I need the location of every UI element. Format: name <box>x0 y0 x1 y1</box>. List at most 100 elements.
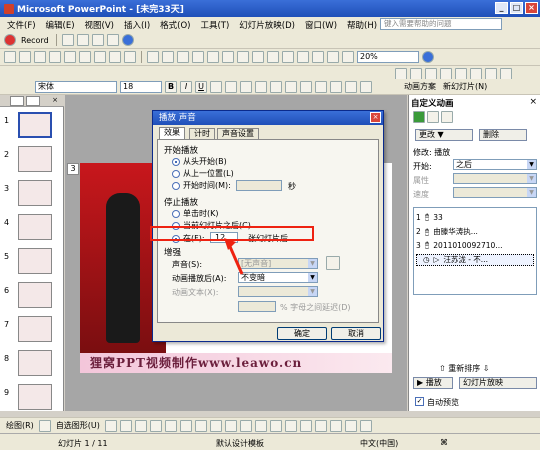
draw-menu-button[interactable]: 绘图(R) <box>4 420 36 431</box>
menu-view[interactable]: 视图(V) <box>80 19 119 31</box>
select-arrow-icon[interactable] <box>38 419 51 432</box>
diagram-icon[interactable] <box>209 419 222 432</box>
speaker-icon[interactable] <box>326 256 340 270</box>
line-color-icon[interactable] <box>269 419 282 432</box>
increase-indent-icon[interactable] <box>345 80 357 93</box>
clipart-icon[interactable] <box>224 419 237 432</box>
arrow-icon[interactable] <box>119 419 132 432</box>
start-from-last-radio[interactable]: 从上一位置(L) <box>172 168 234 179</box>
autopreview-checkbox[interactable]: ✓ <box>415 397 424 406</box>
spelling-icon[interactable] <box>109 51 121 63</box>
research-icon[interactable] <box>124 51 136 63</box>
shadow-icon[interactable] <box>210 80 222 93</box>
picture-icon[interactable] <box>239 419 252 432</box>
new-slide-icon[interactable] <box>282 51 294 63</box>
color-grayscale-icon[interactable] <box>342 51 354 63</box>
pane-close-icon[interactable]: × <box>48 96 62 106</box>
pen-icon[interactable] <box>61 34 74 46</box>
slide-thumbnail[interactable] <box>18 384 52 410</box>
start-select[interactable]: 之后 ▼ <box>453 159 537 170</box>
menu-slideshow[interactable]: 幻灯片放映(D) <box>234 19 300 31</box>
animate-text-select[interactable]: ▼ <box>238 286 318 297</box>
menu-edit[interactable]: 编辑(E) <box>41 19 80 31</box>
font-color-icon[interactable] <box>360 80 372 93</box>
close-button[interactable]: × <box>525 2 538 14</box>
fill-color-icon[interactable] <box>254 419 267 432</box>
grid-icon[interactable] <box>327 51 339 63</box>
ok-button[interactable]: 确定 <box>277 327 327 340</box>
start-time-spinner[interactable] <box>236 180 282 191</box>
format-painter-icon[interactable] <box>192 51 204 63</box>
cut-icon[interactable] <box>147 51 159 63</box>
list-item[interactable]: 2 🖰 由滕华涛执... <box>416 226 478 237</box>
up-arrow-icon[interactable]: ⇧ <box>439 364 446 373</box>
slide-thumbnail[interactable] <box>18 248 52 274</box>
wordart-icon[interactable] <box>194 419 207 432</box>
decrease-font-icon[interactable] <box>315 80 327 93</box>
monitor-icon[interactable] <box>76 34 89 46</box>
change-effect-button[interactable]: 更改 ▼ <box>415 129 473 141</box>
preview-icon[interactable] <box>94 51 106 63</box>
line-style-icon[interactable] <box>299 419 312 432</box>
sound-select[interactable]: [无声音] ▼ <box>238 258 318 269</box>
paste-icon[interactable] <box>177 51 189 63</box>
menu-window[interactable]: 窗口(W) <box>300 19 342 31</box>
open-icon[interactable] <box>19 51 31 63</box>
speed-select[interactable]: ▼ <box>453 187 537 198</box>
oval-icon[interactable] <box>149 419 162 432</box>
align-right-icon[interactable] <box>255 80 267 93</box>
shadow-icon[interactable] <box>344 419 357 432</box>
dialog-close-button[interactable]: × <box>370 112 381 123</box>
underline-button[interactable]: U <box>195 80 207 93</box>
italic-button[interactable]: I <box>180 80 192 93</box>
help-icon[interactable] <box>121 34 134 46</box>
line-icon[interactable] <box>104 419 117 432</box>
slide-thumbnail[interactable] <box>18 214 52 240</box>
redo-icon[interactable] <box>222 51 234 63</box>
chart-icon[interactable] <box>237 51 249 63</box>
minimize-button[interactable]: _ <box>495 2 508 14</box>
font-name-select[interactable]: 宋体 <box>35 80 117 93</box>
print-icon[interactable] <box>79 51 91 63</box>
font-size-select[interactable]: 18 <box>120 80 162 93</box>
bullets-icon[interactable] <box>285 80 297 93</box>
arrow-style-icon[interactable] <box>329 419 342 432</box>
camera-icon[interactable] <box>91 34 104 46</box>
slide-thumbnail[interactable] <box>18 350 52 376</box>
tab-sound-settings[interactable]: 声音设置 <box>217 128 259 139</box>
textbox-icon[interactable] <box>164 419 177 432</box>
tables-borders-icon[interactable] <box>267 51 279 63</box>
table-icon[interactable] <box>252 51 264 63</box>
show-formatting-icon[interactable] <box>312 51 324 63</box>
numbering-icon[interactable] <box>270 80 282 93</box>
permission-icon[interactable] <box>49 51 61 63</box>
list-item[interactable]: 3 🖰 2011010092710... <box>416 240 502 250</box>
start-time-radio[interactable]: 开始时间(M): <box>172 180 231 191</box>
menu-help[interactable]: 帮助(H) <box>342 19 382 31</box>
list-item[interactable]: 1 🖰 33 <box>416 212 443 222</box>
font-color-icon[interactable] <box>284 419 297 432</box>
expand-all-icon[interactable] <box>297 51 309 63</box>
forward-icon[interactable] <box>427 111 439 123</box>
bold-button[interactable]: B <box>165 80 177 93</box>
list-item[interactable]: ◷ ▷ 汪苏泷 - 不... <box>416 254 534 266</box>
slide-thumbnail[interactable] <box>18 316 52 342</box>
menu-tools[interactable]: 工具(T) <box>195 19 234 31</box>
tab-effect[interactable]: 效果 <box>159 127 185 139</box>
start-from-beginning-radio[interactable]: 从头开始(B) <box>172 156 227 167</box>
down-arrow-icon[interactable]: ⇩ <box>483 364 490 373</box>
menu-file[interactable]: 文件(F) <box>2 19 41 31</box>
film-icon[interactable] <box>106 34 119 46</box>
new-icon[interactable] <box>4 51 16 63</box>
help-icon[interactable] <box>422 51 434 63</box>
new-slide-button[interactable]: 新幻灯片(N) <box>441 81 489 92</box>
slide-thumbnail[interactable] <box>18 180 52 206</box>
letter-delay-spinner[interactable] <box>238 301 276 312</box>
play-button[interactable]: ▶ 播放 <box>413 377 453 389</box>
remove-effect-button[interactable]: 删除 <box>479 129 527 141</box>
undo-icon[interactable] <box>207 51 219 63</box>
record-button[interactable]: Record <box>19 36 51 45</box>
slides-tab[interactable] <box>26 96 40 106</box>
help-search-input[interactable]: 键入需要帮助的问题 <box>380 18 502 30</box>
email-icon[interactable] <box>64 51 76 63</box>
